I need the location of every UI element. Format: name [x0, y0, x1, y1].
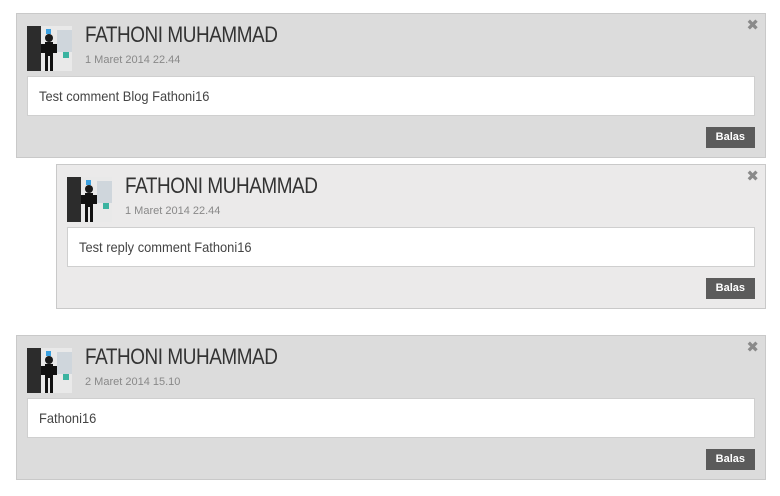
reply-button[interactable]: Balas	[705, 449, 755, 470]
comment-author[interactable]: FATHONI MUHAMMAD	[85, 344, 278, 370]
comment-date[interactable]: 1 Maret 2014 22.44	[85, 54, 180, 66]
comment-thread: FATHONI MUHAMMAD 1 Maret 2014 22.44 ✖ Te…	[0, 0, 780, 496]
avatar[interactable]	[27, 348, 72, 393]
comment-text: Test comment Blog Fathoni16	[39, 88, 210, 104]
comment-item: FATHONI MUHAMMAD 1 Maret 2014 22.44 ✖ Te…	[16, 13, 766, 158]
comment-text: Test reply comment Fathoni16	[79, 239, 252, 255]
reply-button[interactable]: Balas	[705, 127, 755, 148]
comment-date[interactable]: 1 Maret 2014 22.44	[125, 205, 220, 217]
comment-text: Fathoni16	[39, 410, 97, 426]
avatar[interactable]	[27, 26, 72, 71]
comment-body: Test comment Blog Fathoni16	[27, 76, 755, 116]
reply-button[interactable]: Balas	[705, 278, 755, 299]
reply-comment-item: FATHONI MUHAMMAD 1 Maret 2014 22.44 ✖ Te…	[56, 164, 766, 309]
comment-body: Fathoni16	[27, 398, 755, 438]
comment-author[interactable]: FATHONI MUHAMMAD	[85, 22, 278, 48]
comment-date[interactable]: 2 Maret 2014 15.10	[85, 376, 180, 388]
comment-author[interactable]: FATHONI MUHAMMAD	[125, 173, 318, 199]
close-icon[interactable]: ✖	[746, 18, 759, 33]
close-icon[interactable]: ✖	[746, 169, 759, 184]
comment-body: Test reply comment Fathoni16	[67, 227, 755, 267]
comment-item: FATHONI MUHAMMAD 2 Maret 2014 15.10 ✖ Fa…	[16, 335, 766, 480]
close-icon[interactable]: ✖	[746, 340, 759, 355]
avatar[interactable]	[67, 177, 112, 222]
